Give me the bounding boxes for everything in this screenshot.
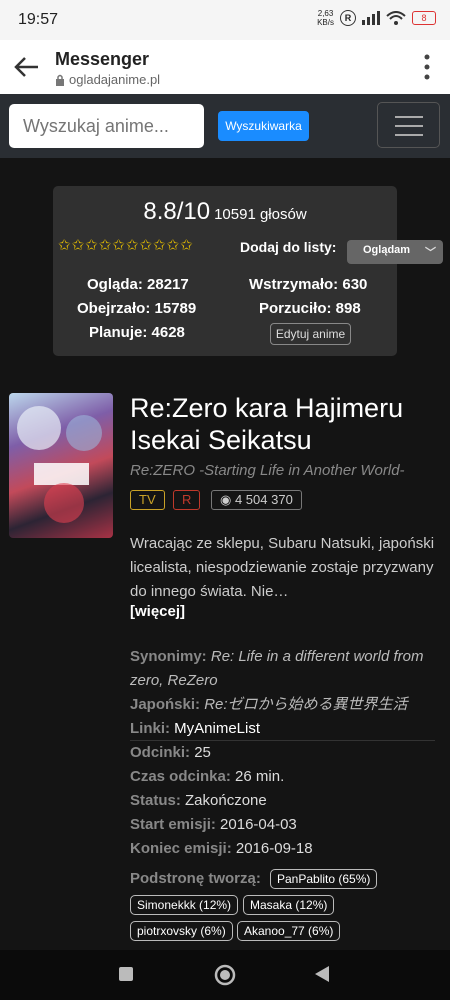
status-bar: 19:57 2,63 KB/s R 8 bbox=[0, 0, 450, 40]
r-icon: R bbox=[340, 10, 356, 26]
watching-count: Ogląda: 28217 bbox=[87, 276, 189, 293]
contributor-pill[interactable]: Simonekkk (12%) bbox=[130, 895, 239, 915]
episodes-row: Odcinki: 25 bbox=[130, 744, 211, 761]
wifi-icon bbox=[386, 11, 406, 25]
site-navbar: Wyszukiwarka bbox=[0, 94, 450, 158]
end-date-row: Koniec emisji: 2016-09-18 bbox=[130, 840, 313, 857]
contributor-pill[interactable]: Akanoo_77 (6%) bbox=[237, 921, 341, 941]
lock-icon bbox=[56, 74, 64, 86]
clock: 19:57 bbox=[18, 11, 59, 28]
type-badge: TV bbox=[130, 490, 165, 510]
add-to-list-label: Dodaj do listy: bbox=[240, 239, 337, 255]
hamburger-menu-icon[interactable] bbox=[377, 102, 440, 148]
more-options-icon[interactable] bbox=[424, 54, 430, 80]
anime-alt-title: Re:ZERO -Starting Life in Another World- bbox=[130, 462, 405, 479]
anime-title: Re:Zero kara Hajimeru Isekai Seikatsu bbox=[130, 393, 404, 455]
more-link[interactable]: [więcej] bbox=[130, 603, 185, 620]
status-icons: 2,63 KB/s R 8 bbox=[317, 9, 436, 27]
battery-icon: 8 bbox=[412, 11, 436, 25]
star-rating-icon[interactable]: ✩✩✩✩✩✩✩✩✩✩ bbox=[58, 236, 194, 254]
links-row: Linki: MyAnimeList bbox=[130, 720, 261, 737]
back-arrow-icon[interactable] bbox=[12, 52, 42, 82]
rating-summary: 8.8/10 10591 głosów bbox=[53, 198, 397, 226]
home-icon[interactable] bbox=[214, 964, 236, 986]
vote-count: 10591 głosów bbox=[214, 206, 307, 223]
rating-score: 8.8/10 bbox=[143, 198, 211, 225]
search-input[interactable] bbox=[9, 104, 204, 148]
edit-anime-button[interactable]: Edytuj anime bbox=[270, 323, 351, 345]
myanimelist-link[interactable]: MyAnimeList bbox=[174, 720, 260, 737]
url-display: ogladajanime.pl bbox=[55, 72, 160, 87]
views-badge: ◉ 4 504 370 bbox=[211, 490, 302, 510]
rating-badge: R bbox=[173, 490, 201, 510]
system-nav-bar bbox=[0, 950, 450, 1000]
browser-bar: Messenger ogladajanime.pl bbox=[0, 40, 450, 94]
chevron-down-icon: ﹀ bbox=[425, 247, 436, 259]
on-hold-count: Wstrzymało: 630 bbox=[249, 276, 368, 293]
contributor-pill[interactable]: PanPablito (65%) bbox=[270, 869, 378, 889]
japanese-row: Japoński: Re:ゼロから始める異世界生活 bbox=[130, 696, 408, 713]
recents-icon[interactable] bbox=[118, 966, 134, 982]
back-triangle-icon[interactable] bbox=[314, 965, 330, 983]
signal-icon bbox=[362, 11, 380, 25]
start-date-row: Start emisji: 2016-04-03 bbox=[130, 816, 297, 833]
dropped-count: Porzuciło: 898 bbox=[259, 300, 361, 317]
contributor-pill[interactable]: Masaka (12%) bbox=[243, 895, 335, 915]
search-button[interactable]: Wyszukiwarka bbox=[218, 111, 309, 141]
description: Wracając ze sklepu, Subaru Natsuki, japo… bbox=[130, 535, 435, 600]
duration-row: Czas odcinka: 26 min. bbox=[130, 768, 285, 785]
contributor-pill[interactable]: piotrxovsky (6%) bbox=[130, 921, 233, 941]
network-speed: 2,63 KB/s bbox=[317, 9, 334, 27]
planned-count: Planuje: 4628 bbox=[89, 324, 185, 341]
poster-art bbox=[17, 406, 102, 523]
anime-poster[interactable] bbox=[9, 393, 113, 538]
page-title: Messenger bbox=[55, 49, 150, 69]
synonyms-row: Synonimy: Re: Life in a different world … bbox=[130, 648, 424, 689]
status-row: Status: Zakończone bbox=[130, 792, 267, 809]
watched-count: Obejrzało: 15789 bbox=[77, 300, 197, 317]
eye-icon: ◉ bbox=[220, 492, 235, 507]
list-status-select[interactable]: Oglądam ﹀ bbox=[347, 240, 443, 264]
